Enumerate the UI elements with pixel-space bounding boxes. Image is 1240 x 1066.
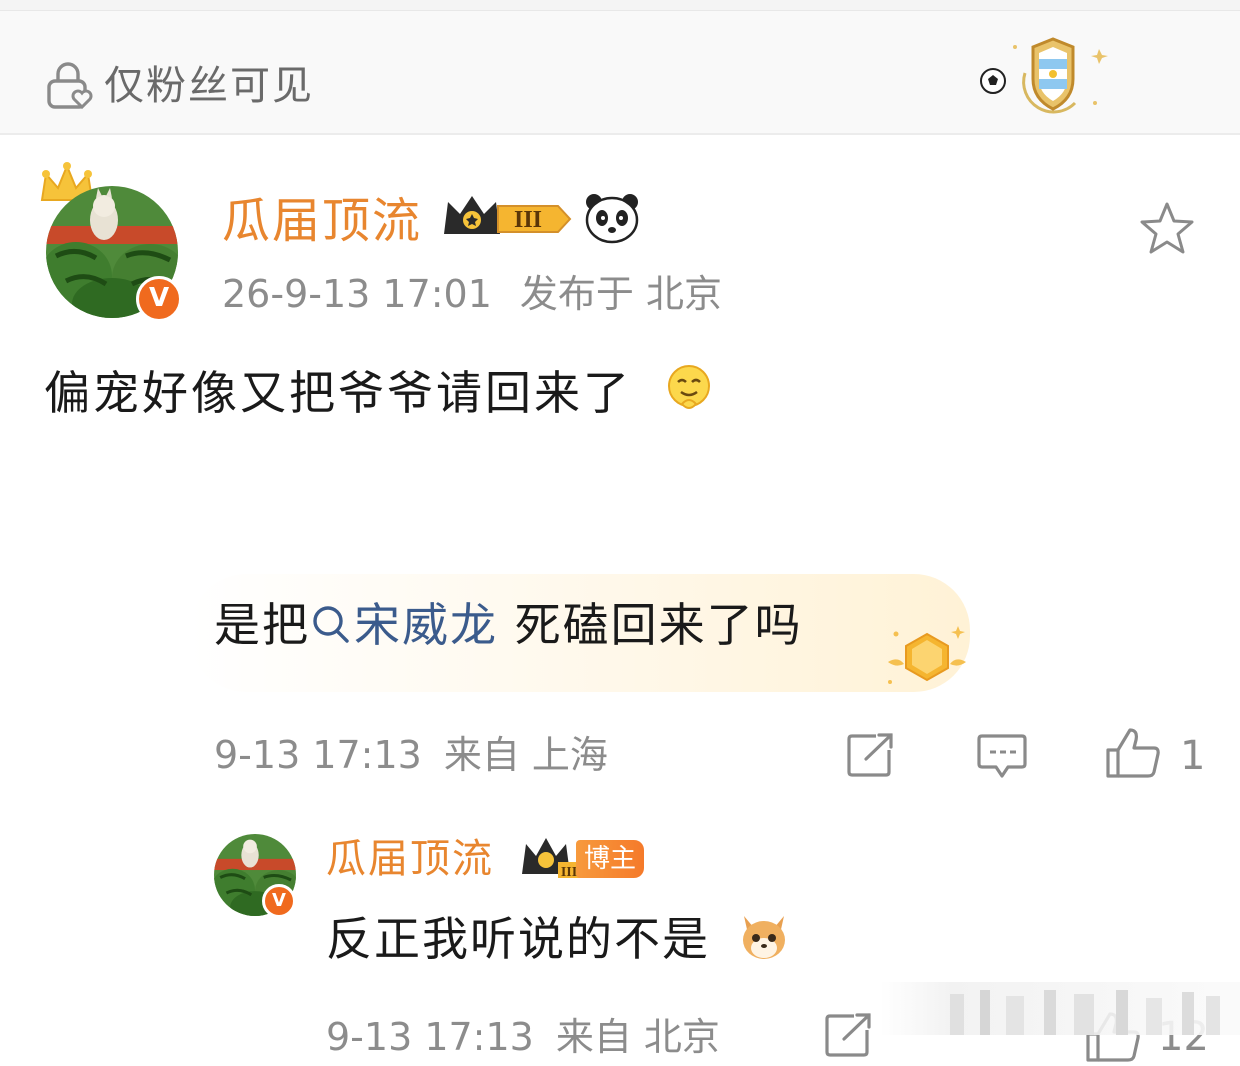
lock-heart-icon [47,62,93,110]
like-count: 1 [1180,733,1206,779]
panda-icon [585,194,639,244]
subreply-content: 反正我听说的不是 [326,912,710,966]
author-name[interactable]: 瓜届顶流 [222,188,422,254]
watermark-icon [950,990,1220,1035]
share-icon[interactable] [846,732,896,778]
reply-location: 来自 上海 [443,733,608,777]
reply-time: 9-13 17:13 [214,733,422,777]
reply-meta: 9-13 17:13 来自 上海 [214,726,608,784]
medal-icon [888,626,966,684]
verified-badge: V [136,276,182,322]
smile-icon [668,365,710,409]
search-icon [313,606,349,643]
role-badge: 博主 [576,840,644,878]
subreply-author[interactable]: 瓜届顶流 [326,830,494,888]
post-content: 偏宠好像又把爷爷请回来了 [44,366,632,420]
like-icon[interactable] [1104,726,1162,780]
subreply-meta: 9-13 17:13 来自 北京 [326,1008,720,1066]
post-location: 发布于 北京 [519,272,722,316]
subreply-location: 来自 北京 [555,1015,720,1059]
reply-prefix: 是把 [214,598,310,652]
topic-link[interactable]: 宋威龙 [354,598,498,652]
shield-badge-icon [980,37,1108,114]
subreply-verified-badge: V [262,884,296,918]
dog-icon [743,916,785,959]
subreply-time: 9-13 17:13 [326,1015,534,1059]
svg-text:III: III [561,865,577,880]
crown-level-badge: III [522,838,580,880]
post-meta: 26-9-13 17:01 发布于 北京 [222,266,722,322]
share-icon[interactable] [824,1012,874,1058]
top-divider [0,0,1240,11]
comment-icon[interactable] [976,732,1028,780]
visibility-bar: 仅粉丝可见 [0,11,1240,135]
star-icon[interactable] [1138,200,1196,258]
visibility-label: 仅粉丝可见 [104,63,314,109]
post-time: 26-9-13 17:01 [222,272,492,316]
reply-content: 是把 宋威龙 死磕回来了吗 [214,592,803,658]
reply-suffix: 死磕回来了吗 [498,598,803,652]
svg-text:III: III [514,207,542,233]
crown-level-badge: III [444,196,572,234]
